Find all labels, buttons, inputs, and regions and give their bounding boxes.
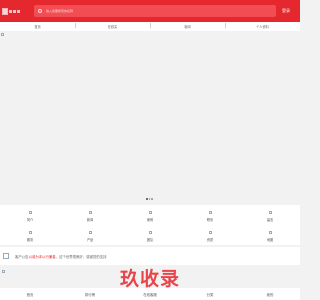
search-input[interactable] bbox=[46, 9, 246, 13]
login-link[interactable]: 登录 bbox=[282, 8, 290, 14]
tab-customer-service[interactable]: 在线客服 bbox=[120, 292, 180, 297]
topnav-item-profile[interactable]: 个人资料 bbox=[225, 23, 300, 29]
news-ticker[interactable]: 客户公告以诚为本以行兼善，这个世界很美好，感谢您的支持 bbox=[0, 247, 300, 265]
broken-image-icon bbox=[148, 231, 152, 234]
carousel-dot[interactable] bbox=[148, 198, 151, 200]
broken-image-icon bbox=[268, 211, 272, 214]
carousel-dot[interactable] bbox=[151, 198, 153, 200]
news-prefix: 客户公告 bbox=[15, 254, 29, 259]
broken-image-icon bbox=[88, 231, 92, 234]
broken-image-icon bbox=[88, 211, 92, 214]
search-box[interactable] bbox=[34, 5, 276, 17]
category-label: 产品 bbox=[86, 238, 94, 242]
category-item-map[interactable]: 地图 bbox=[240, 225, 300, 245]
broken-image-icon bbox=[28, 231, 32, 234]
hero-banner[interactable] bbox=[0, 31, 300, 205]
top-nav: 首页 在线买 新闻 个人资料 bbox=[0, 22, 300, 31]
category-item-service[interactable]: 服务 bbox=[0, 225, 60, 245]
category-item-cases[interactable]: 案例 bbox=[120, 205, 180, 225]
broken-image-icon bbox=[148, 211, 152, 214]
category-grid: 简介 新闻 案例 联系 留言 服务 产品 团队 资质 地图 bbox=[0, 205, 300, 245]
category-label: 案例 bbox=[146, 218, 154, 222]
carousel-indicator[interactable] bbox=[146, 198, 153, 200]
topnav-item-home[interactable]: 首页 bbox=[0, 24, 75, 29]
news-highlight: 以诚为本以行兼善 bbox=[28, 254, 56, 259]
logo-dots bbox=[9, 9, 20, 13]
category-label: 新闻 bbox=[86, 218, 94, 222]
broken-image-icon bbox=[208, 211, 212, 214]
category-item-contact[interactable]: 联系 bbox=[180, 205, 240, 225]
category-item-news[interactable]: 新闻 bbox=[60, 205, 120, 225]
category-label: 联系 bbox=[206, 218, 214, 222]
category-label: 服务 bbox=[26, 238, 34, 242]
broken-image-icon bbox=[3, 253, 9, 259]
category-label: 地图 bbox=[266, 238, 274, 242]
broken-image-icon bbox=[1, 33, 4, 36]
news-suffix: ，这个世界很美好，感谢您的支持 bbox=[55, 254, 107, 259]
logo[interactable] bbox=[2, 6, 28, 16]
category-item-team[interactable]: 团队 bbox=[120, 225, 180, 245]
category-item-products[interactable]: 产品 bbox=[60, 225, 120, 245]
header-bar: 登录 bbox=[0, 0, 300, 22]
category-label: 留言 bbox=[266, 218, 274, 222]
watermark: 玖收录 bbox=[120, 268, 181, 290]
category-label: 简介 bbox=[26, 218, 34, 222]
bottom-tab-bar: 首页 排行榜 在线客服 分类 我的 bbox=[0, 288, 300, 300]
search-icon bbox=[38, 9, 42, 13]
category-item-intro[interactable]: 简介 bbox=[0, 205, 60, 225]
carousel-dot[interactable] bbox=[146, 198, 148, 200]
broken-image-icon bbox=[268, 231, 272, 234]
category-label: 团队 bbox=[146, 238, 154, 242]
broken-image-icon bbox=[208, 231, 212, 234]
topnav-item-online[interactable]: 在线买 bbox=[75, 23, 150, 29]
tab-home[interactable]: 首页 bbox=[0, 292, 60, 297]
tab-category[interactable]: 分类 bbox=[180, 292, 240, 297]
news-text: 客户公告以诚为本以行兼善，这个世界很美好，感谢您的支持 bbox=[15, 254, 107, 259]
broken-image-icon bbox=[2, 7, 8, 15]
tab-ranking[interactable]: 排行榜 bbox=[60, 292, 120, 297]
tab-mine[interactable]: 我的 bbox=[240, 292, 300, 297]
category-item-message[interactable]: 留言 bbox=[240, 205, 300, 225]
topnav-item-news[interactable]: 新闻 bbox=[150, 23, 225, 29]
category-item-qualification[interactable]: 资质 bbox=[180, 225, 240, 245]
broken-image-icon bbox=[28, 211, 32, 214]
broken-image-icon bbox=[2, 270, 5, 273]
mobile-page: 登录 首页 在线买 新闻 个人资料 简介 新闻 案例 联系 bbox=[0, 0, 300, 300]
category-label: 资质 bbox=[206, 238, 214, 242]
